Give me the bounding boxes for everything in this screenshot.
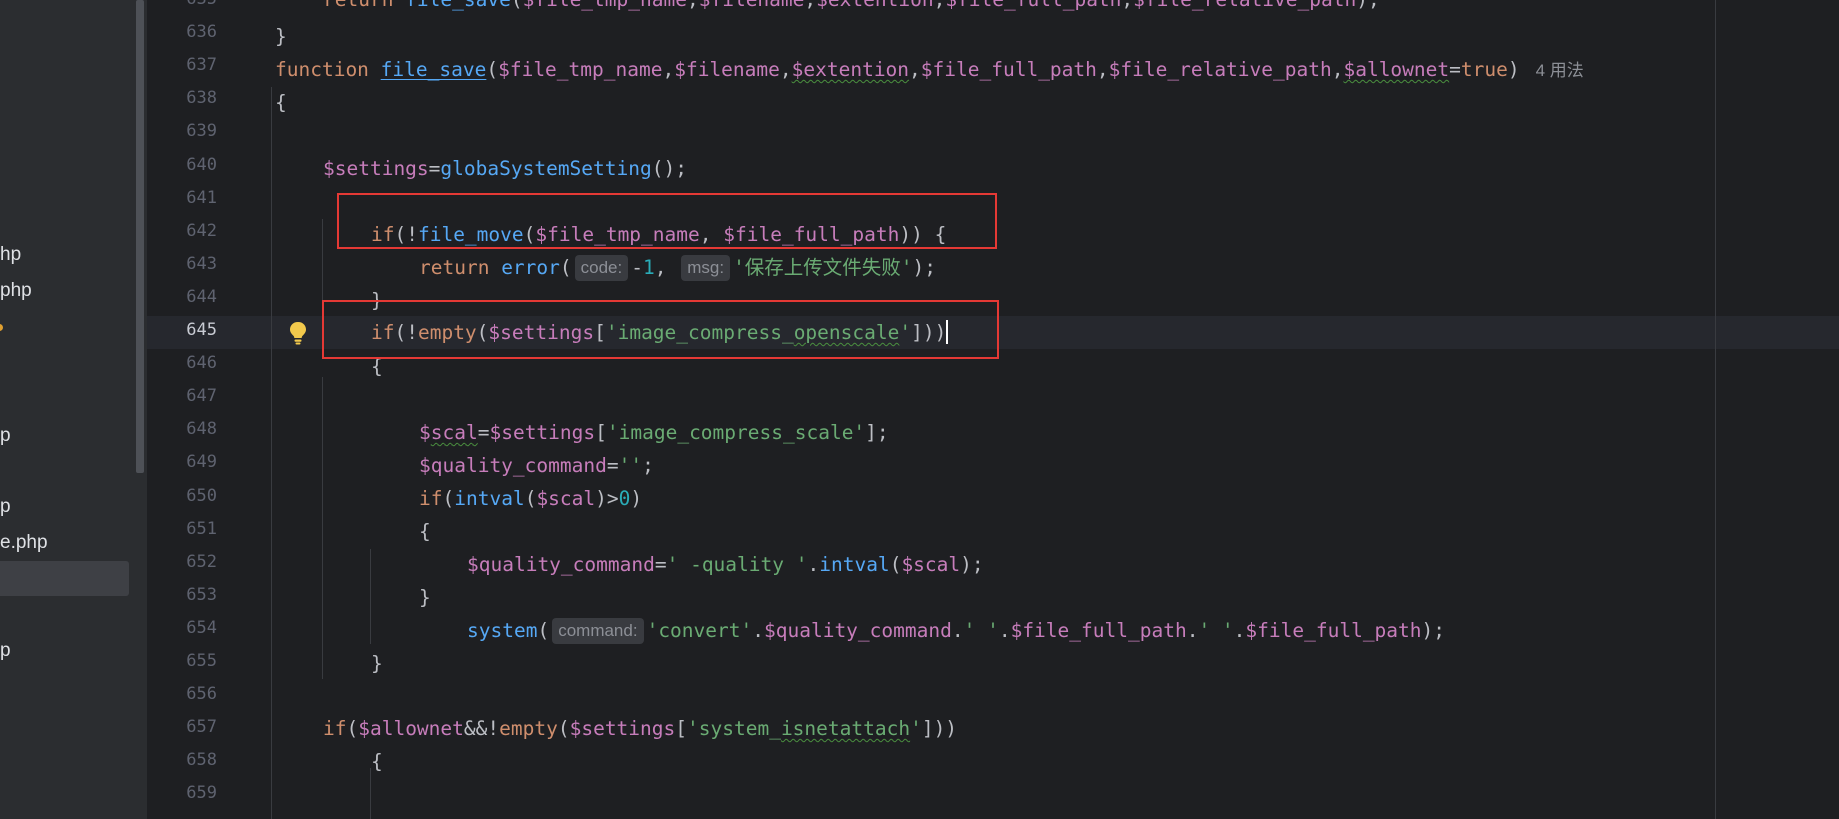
code-line-638[interactable]: { <box>275 86 287 119</box>
sidebar-file-item[interactable]: php <box>0 279 32 303</box>
code-line-635[interactable]: return file_save($file_tmp_name,$filenam… <box>323 0 1380 16</box>
line-number[interactable]: 658 <box>147 744 217 777</box>
line-number[interactable]: 650 <box>147 480 217 513</box>
highlight-box-file-move <box>337 193 997 249</box>
code-line-655[interactable]: } <box>371 647 383 680</box>
sidebar-selected-item[interactable] <box>0 561 129 596</box>
line-number[interactable]: 653 <box>147 579 217 612</box>
modified-indicator <box>0 324 3 331</box>
indent-guide <box>370 549 371 644</box>
line-number[interactable]: 656 <box>147 678 217 711</box>
code-line-640[interactable]: $settings=globaSystemSetting(); <box>323 152 687 185</box>
right-margin-guide <box>1715 0 1716 819</box>
indent-guide <box>322 219 323 305</box>
line-number[interactable]: 654 <box>147 612 217 645</box>
line-number[interactable]: 657 <box>147 711 217 744</box>
line-number[interactable]: 645 <box>147 314 217 347</box>
sidebar-file-item[interactable]: p <box>0 495 11 519</box>
code-line-648[interactable]: $scal=$settings['image_compress_scale']; <box>419 416 889 449</box>
line-number[interactable]: 647 <box>147 380 217 413</box>
lightbulb-icon[interactable] <box>286 320 310 346</box>
code-line-652[interactable]: $quality_command=' -quality '.intval($sc… <box>467 548 984 581</box>
code-line-643[interactable]: return error(code: -1, msg: '保存上传文件失败'); <box>419 251 936 284</box>
highlight-box-compress-check <box>322 300 999 359</box>
line-number[interactable]: 646 <box>147 347 217 380</box>
line-number[interactable]: 648 <box>147 413 217 446</box>
sidebar-file-item[interactable]: p <box>0 424 11 448</box>
code-line-650[interactable]: if(intval($scal)>0) <box>419 482 642 515</box>
indent-guide <box>322 377 323 679</box>
code-line-649[interactable]: $quality_command=''; <box>419 449 654 482</box>
line-number[interactable]: 639 <box>147 115 217 148</box>
code-editor[interactable]: 6356366376386396406416426436446456466476… <box>147 0 1839 819</box>
line-number[interactable]: 652 <box>147 546 217 579</box>
line-number[interactable]: 643 <box>147 248 217 281</box>
code-line-654[interactable]: system(command:'convert'.$quality_comman… <box>467 614 1445 647</box>
code-line-657[interactable]: if($allownet&&!empty($settings['system_i… <box>323 712 957 745</box>
usages-hint[interactable]: 4 用法 <box>1536 61 1584 80</box>
code-line-637[interactable]: function file_save($file_tmp_name,$filen… <box>275 53 1584 87</box>
indent-guide <box>271 87 272 819</box>
line-number[interactable]: 640 <box>147 149 217 182</box>
line-number[interactable]: 638 <box>147 82 217 115</box>
param-hint-msg: msg: <box>681 255 731 281</box>
line-number[interactable]: 636 <box>147 16 217 49</box>
line-number[interactable]: 659 <box>147 777 217 810</box>
sidebar-file-item[interactable]: p <box>0 639 11 663</box>
code-line-658[interactable]: { <box>371 745 383 778</box>
line-number[interactable]: 637 <box>147 49 217 82</box>
sidebar-file-item[interactable]: hp <box>0 243 21 267</box>
param-hint-command: command: <box>552 618 644 644</box>
code-line-636[interactable]: } <box>275 20 287 53</box>
line-number[interactable]: 649 <box>147 446 217 479</box>
sidebar-file-item[interactable]: e.php <box>0 531 48 555</box>
sidebar-scrollbar-thumb[interactable] <box>136 0 144 473</box>
line-number[interactable]: 655 <box>147 645 217 678</box>
code-line-651[interactable]: { <box>419 515 431 548</box>
line-number[interactable]: 641 <box>147 182 217 215</box>
line-number[interactable]: 635 <box>147 0 217 16</box>
param-hint-code: code: <box>574 255 629 281</box>
code-line-653[interactable]: } <box>419 581 431 614</box>
line-number[interactable]: 642 <box>147 215 217 248</box>
project-sidebar: hp php p p e.php p <box>0 0 147 819</box>
line-number[interactable]: 644 <box>147 281 217 314</box>
line-number[interactable]: 651 <box>147 513 217 546</box>
